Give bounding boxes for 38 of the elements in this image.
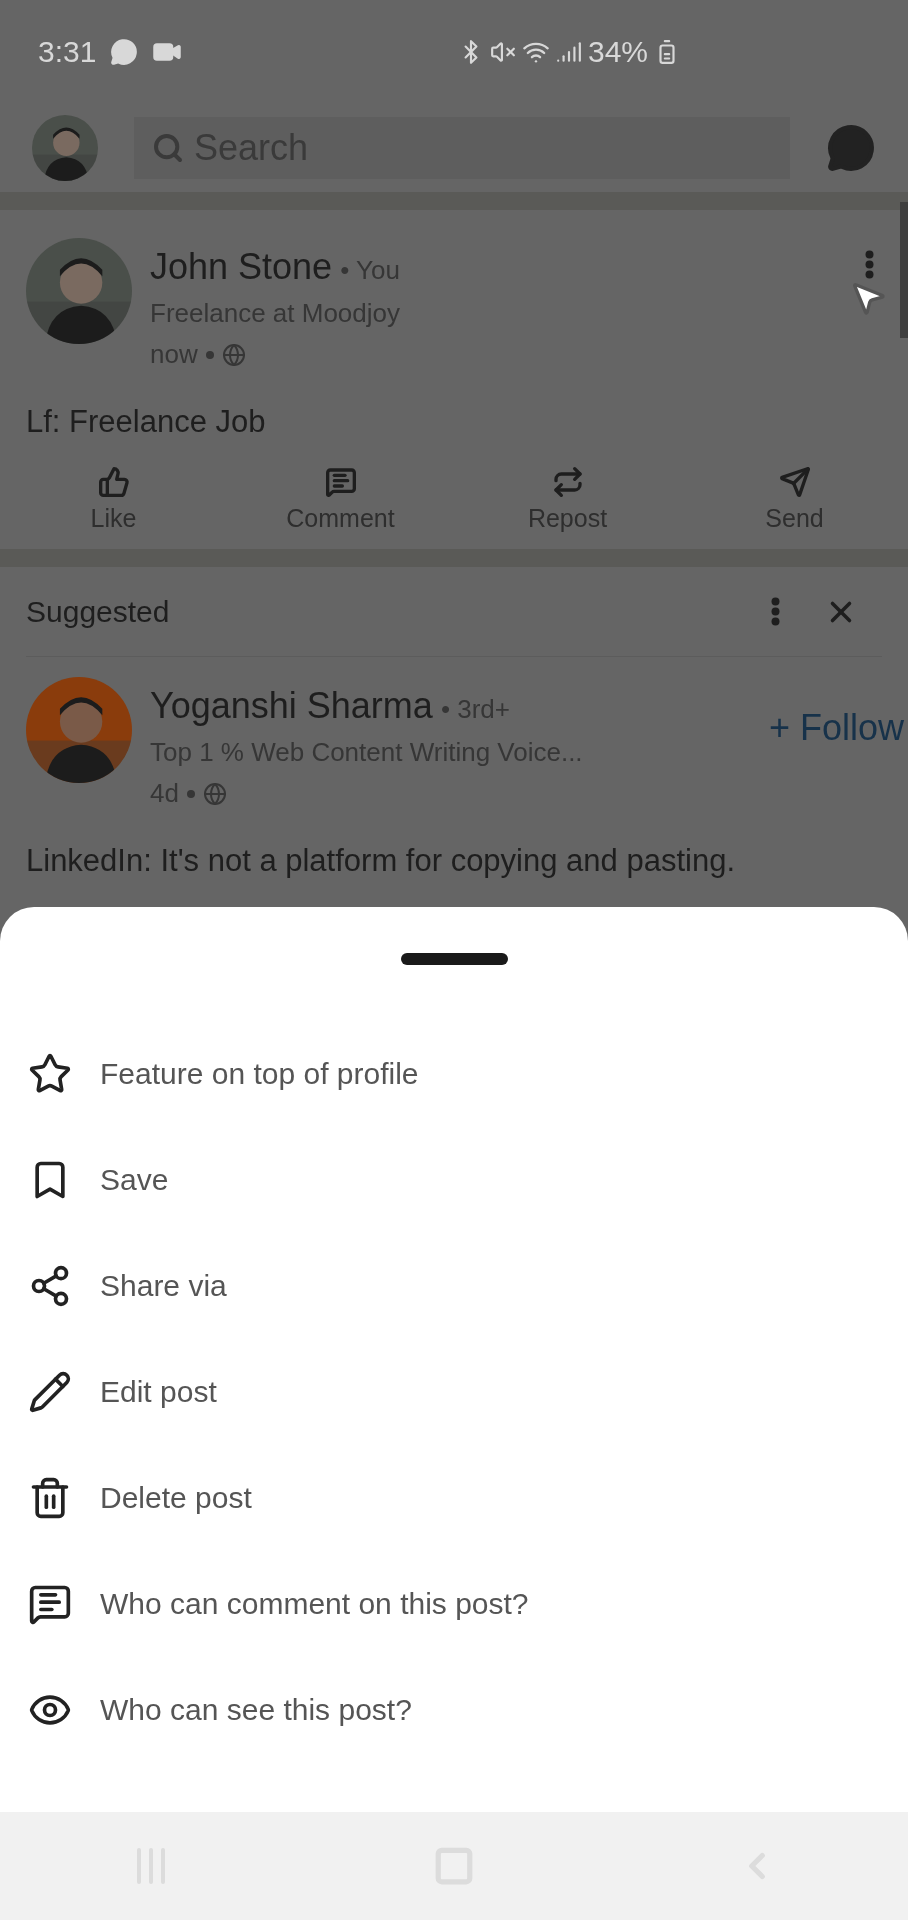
post-action-button[interactable]: Like [0,466,227,533]
menu-item[interactable]: Save [0,1127,908,1233]
dot-icon [205,350,214,359]
author-name[interactable]: John Stone [150,246,333,288]
menu-item[interactable]: Edit post [0,1339,908,1445]
mute-icon [489,39,516,65]
more-options-button[interactable] [865,250,874,279]
menu-item[interactable]: Delete post [0,1445,908,1551]
post-action-button[interactable]: Send [681,466,908,533]
send-icon [778,466,811,498]
search-icon [152,132,184,164]
signal-icon [555,39,582,65]
post-action-button[interactable]: Comment [227,466,454,533]
thumbs-up-icon [97,466,130,498]
pencil-icon [28,1370,72,1414]
section-title: Suggested [26,594,171,629]
repost-icon [551,466,584,498]
dot-icon [186,789,195,798]
globe-icon [202,781,227,806]
more-icon [865,250,874,279]
follow-button[interactable]: + Follow [768,677,908,749]
menu-item[interactable]: Who can comment on this post? [0,1551,908,1657]
status-time: 3:31 [38,35,97,69]
drag-handle[interactable] [400,953,508,965]
more-icon [771,597,780,626]
menu-item[interactable]: Who can see this post? [0,1657,908,1763]
messenger-icon [110,38,139,66]
globe-icon [221,342,246,367]
menu-item[interactable]: Feature on top of profile [0,1021,908,1127]
post-text: LinkedIn: It's not a platform for copying and pasting. [26,842,736,879]
messaging-icon[interactable] [826,123,876,173]
speech-bubble-icon [324,466,357,498]
post-action-button[interactable]: Repost [454,466,681,533]
author-name[interactable]: Yoganshi Sharma [150,685,433,727]
post-text: Lf: Freelance Job [26,403,267,440]
more-options-button[interactable] [771,597,780,626]
menu-item[interactable]: Share via [0,1233,908,1339]
battery-percent: 34% [587,35,648,69]
